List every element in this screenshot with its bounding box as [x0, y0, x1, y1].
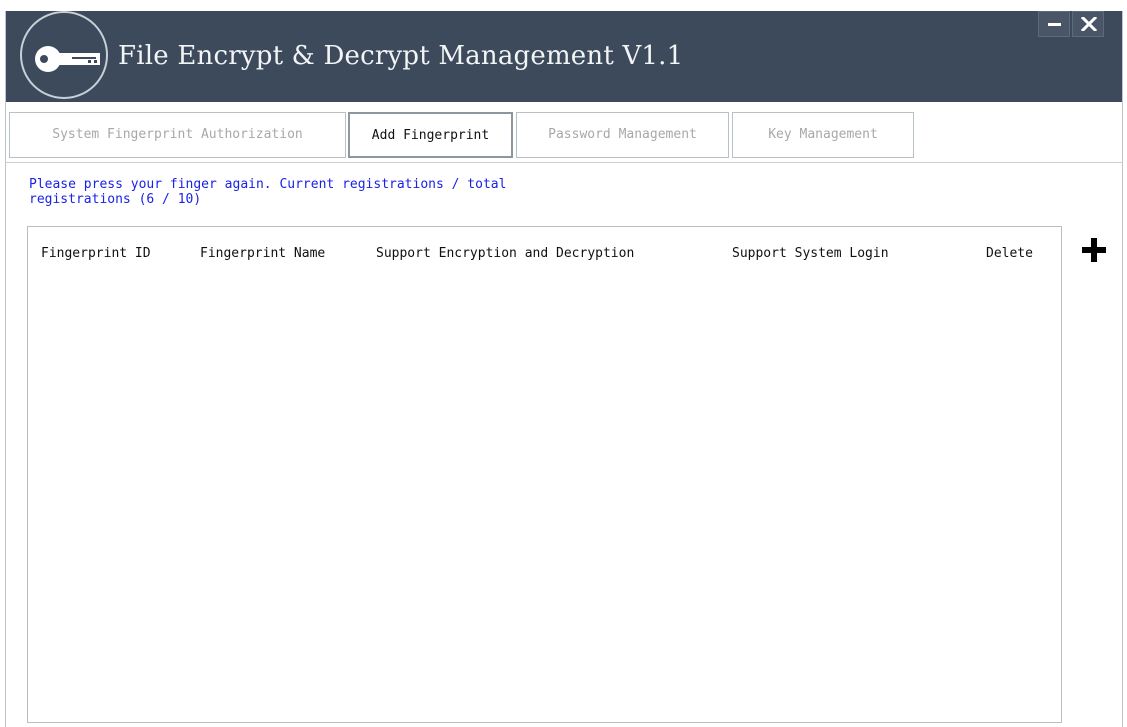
status-line-1: Please press your finger again. Current …: [29, 177, 507, 192]
column-header-support-encryption: Support Encryption and Decryption: [376, 246, 635, 261]
tab-add-fingerprint[interactable]: Add Fingerprint: [348, 112, 513, 158]
column-header-fingerprint-id: Fingerprint ID: [41, 246, 151, 261]
column-header-support-login: Support System Login: [732, 246, 889, 261]
status-message: Please press your finger again. Current …: [29, 177, 669, 207]
close-icon: [1081, 17, 1097, 31]
minimize-icon: [1048, 23, 1061, 26]
close-button[interactable]: [1072, 11, 1104, 37]
tab-key-management[interactable]: Key Management: [732, 112, 914, 158]
fingerprint-table[interactable]: Fingerprint ID Fingerprint Name Support …: [27, 226, 1062, 723]
title-bar[interactable]: File Encrypt & Decrypt Management V1.1: [6, 11, 1122, 102]
tab-password-management[interactable]: Password Management: [516, 112, 729, 158]
tab-system-fingerprint-authorization[interactable]: System Fingerprint Authorization: [9, 112, 346, 158]
status-line-2: registrations (6 / 10): [29, 192, 202, 207]
minimize-button[interactable]: [1038, 11, 1070, 37]
key-icon: [20, 11, 108, 99]
column-header-fingerprint-name: Fingerprint Name: [200, 246, 326, 261]
app-root: File Encrypt & Decrypt Management V1.1 S…: [0, 0, 1127, 727]
column-header-delete: Delete: [986, 246, 1033, 261]
add-fingerprint-button[interactable]: [1078, 234, 1110, 266]
main-window: File Encrypt & Decrypt Management V1.1 S…: [5, 11, 1123, 727]
tab-bar: System Fingerprint Authorization Add Fin…: [6, 112, 1122, 163]
app-title: File Encrypt & Decrypt Management V1.1: [118, 41, 684, 71]
